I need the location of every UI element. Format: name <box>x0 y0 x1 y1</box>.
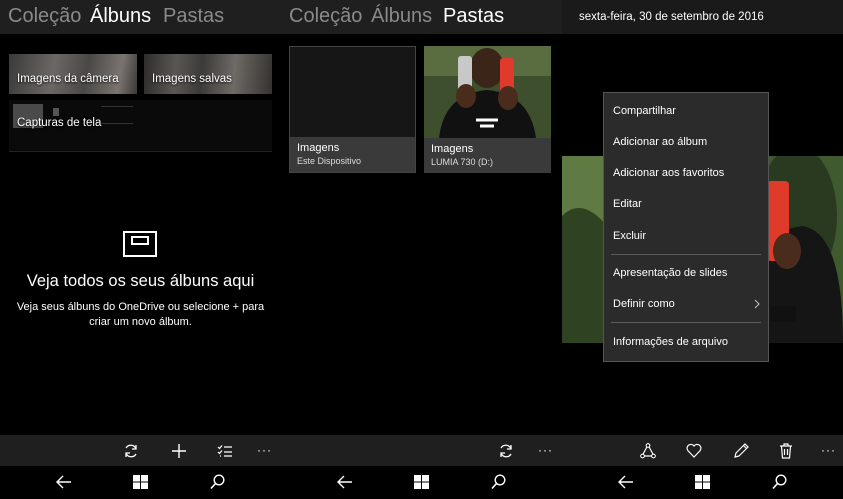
folder-tile-sd-card[interactable]: Imagens LUMIA 730 (D:) <box>424 46 551 173</box>
folder-footer: Imagens LUMIA 730 (D:) <box>424 138 551 173</box>
folder-footer: Imagens Este Dispositivo <box>290 137 415 172</box>
empty-description: Veja seus álbuns do OneDrive ou selecion… <box>16 301 265 313</box>
more-button[interactable]: ··· <box>538 443 553 457</box>
pivot-header: Coleção Álbuns Pastas <box>281 0 562 34</box>
heart-icon[interactable] <box>686 443 702 458</box>
album-tile-camera-roll[interactable]: Imagens da câmera <box>9 54 137 94</box>
more-button[interactable]: ··· <box>257 443 272 457</box>
more-button[interactable]: ··· <box>821 443 836 457</box>
windows-icon[interactable] <box>414 475 429 489</box>
edit-icon[interactable] <box>733 443 749 459</box>
back-icon[interactable] <box>618 475 634 489</box>
thumbnail <box>53 108 59 116</box>
albums-screen: Coleção Álbuns Pastas Imagens da câmera … <box>0 0 281 499</box>
empty-state: Veja todos os seus álbuns aqui Veja seus… <box>0 272 281 330</box>
tab-albuns[interactable]: Álbuns <box>90 5 151 28</box>
windows-icon[interactable] <box>695 475 710 489</box>
tab-albuns[interactable]: Álbuns <box>371 5 432 28</box>
select-list-icon[interactable] <box>217 443 233 459</box>
album-tile-screenshots[interactable]: Capturas de tela <box>9 100 272 152</box>
photo-screen: sexta-feira, 30 de setembro de 2016 Comp… <box>562 0 843 499</box>
menu-item-add-to-favorites[interactable]: Adicionar aos favoritos <box>604 160 768 186</box>
app-bar: ··· <box>0 435 281 466</box>
search-icon[interactable] <box>210 474 225 490</box>
context-menu: Compartilhar Adicionar ao álbum Adiciona… <box>603 92 769 362</box>
photo-header: sexta-feira, 30 de setembro de 2016 <box>562 0 843 34</box>
menu-item-add-to-album[interactable]: Adicionar ao álbum <box>604 129 768 155</box>
tab-colecao[interactable]: Coleção <box>289 5 362 28</box>
folder-location: LUMIA 730 (D:) <box>431 157 494 167</box>
pivot-header: Coleção Álbuns Pastas <box>0 0 281 34</box>
empty-title: Veja todos os seus álbuns aqui <box>26 272 255 290</box>
share-icon[interactable] <box>640 443 656 459</box>
menu-item-slideshow[interactable]: Apresentação de slides <box>604 260 768 286</box>
menu-item-set-as[interactable]: Definir como <box>604 291 768 317</box>
search-icon[interactable] <box>772 474 787 490</box>
menu-separator <box>611 254 761 255</box>
menu-separator <box>611 322 761 323</box>
folders-screen: Coleção Álbuns Pastas Imagens Este Dispo… <box>281 0 562 499</box>
menu-item-delete[interactable]: Excluir <box>604 223 768 249</box>
delete-icon[interactable] <box>779 443 793 459</box>
tab-pastas[interactable]: Pastas <box>163 5 224 28</box>
folder-location: Este Dispositivo <box>297 156 362 166</box>
folder-tile-device[interactable]: Imagens Este Dispositivo <box>289 46 416 173</box>
album-tile-label: Imagens salvas <box>152 73 232 85</box>
tab-colecao[interactable]: Coleção <box>8 5 81 28</box>
app-bar: ··· <box>281 435 562 466</box>
nav-bar <box>281 466 562 499</box>
folder-name: Imagens <box>297 142 340 154</box>
app-bar: ··· <box>562 435 843 466</box>
menu-item-edit[interactable]: Editar <box>604 191 768 217</box>
album-tile-label: Capturas de tela <box>17 117 102 129</box>
album-tile-label: Imagens da câmera <box>17 73 119 85</box>
chevron-right-icon <box>754 299 760 309</box>
add-icon[interactable] <box>171 443 187 459</box>
back-icon[interactable] <box>56 475 72 489</box>
back-icon[interactable] <box>337 475 353 489</box>
album-icon <box>123 231 157 257</box>
nav-bar <box>562 466 843 499</box>
menu-item-file-info[interactable]: Informações de arquivo <box>604 329 768 355</box>
search-icon[interactable] <box>491 474 506 490</box>
menu-item-share[interactable]: Compartilhar <box>604 98 768 124</box>
empty-description: criar um novo álbum. <box>89 316 192 328</box>
sync-icon[interactable] <box>498 443 514 459</box>
nav-bar <box>0 466 281 499</box>
folder-thumbnail <box>424 46 551 138</box>
tab-pastas[interactable]: Pastas <box>443 5 504 28</box>
album-tile-saved-pictures[interactable]: Imagens salvas <box>144 54 272 94</box>
windows-icon[interactable] <box>133 475 148 489</box>
folder-name: Imagens <box>431 143 474 155</box>
photo-date: sexta-feira, 30 de setembro de 2016 <box>579 11 764 23</box>
sync-icon[interactable] <box>123 443 139 459</box>
thumbnail <box>101 106 133 124</box>
